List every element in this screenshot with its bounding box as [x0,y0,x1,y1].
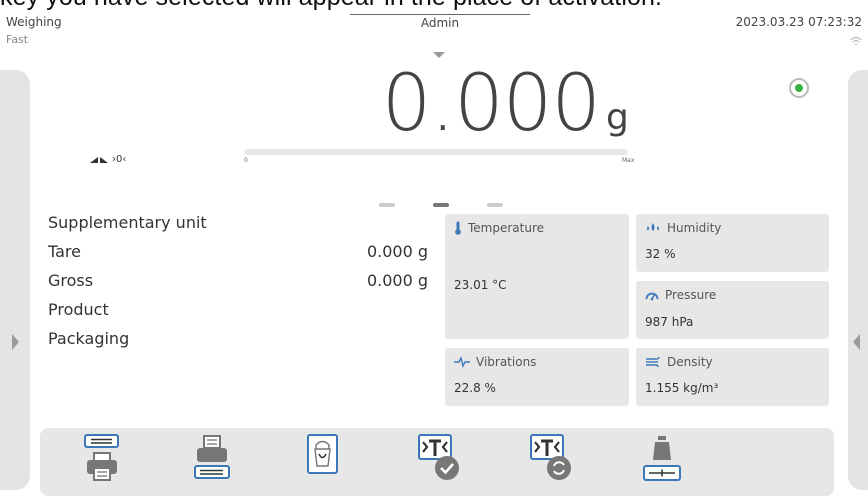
arrow-right-icon [12,334,19,350]
density-tile[interactable]: Density 1.155 kg/m³ [636,348,829,406]
density-value: 1.155 kg/m³ [645,381,719,395]
pressure-tile[interactable]: Pressure 987 hPa [636,281,829,339]
left-panel-handle[interactable] [0,70,30,490]
capacity-bar [244,149,628,155]
info-label: Product [48,300,109,319]
air-density-icon [646,356,660,368]
page-dot-active[interactable] [433,203,449,207]
level-icon [100,156,108,163]
right-panel-handle[interactable] [848,70,868,490]
vibrations-tile[interactable]: Vibrations 22.8 % [445,348,629,406]
info-list: Supplementary unit Tare 0.000 g Gross 0.… [48,208,428,353]
weight-readout: 0.000 [381,59,601,149]
status-indicators: ›0‹ [90,154,126,165]
info-row: Tare 0.000 g [48,237,428,266]
quick-access-toolbar [40,428,834,496]
adjustment-icon[interactable] [640,434,692,490]
pressure-label: Pressure [665,288,717,302]
info-row: Supplementary unit [48,208,428,237]
info-label: Packaging [48,329,130,348]
instruction-caption: key you have selected will appear in the… [0,0,868,12]
info-value: 0.000 g [366,242,428,261]
temperature-label: Temperature [468,221,545,235]
info-label: Gross [48,271,94,290]
vibrations-value: 22.8 % [454,381,496,395]
info-row: Product [48,295,428,324]
info-label: Tare [48,242,81,261]
tile-header: Humidity [645,221,721,235]
stability-indicator-icon [789,78,809,98]
page-indicator[interactable] [379,203,503,207]
user-label[interactable]: Admin [350,14,530,30]
page-dot[interactable] [487,203,503,207]
vibration-icon [454,356,470,368]
humidity-value: 32 % [645,247,676,261]
thermometer-icon [455,221,461,235]
density-label: Density [667,355,713,369]
tile-header: Temperature [454,221,544,235]
humidity-icon [647,223,659,231]
capacity-max: Max [622,157,635,164]
screen: key you have selected will appear in the… [0,0,868,496]
submode-label: Fast [6,33,29,46]
mode-label[interactable]: Weighing [6,15,62,29]
dropdown-arrow-icon[interactable] [433,52,445,58]
wifi-icon [850,36,862,46]
pressure-value: 987 hPa [645,315,694,329]
zero-indicator: ›0‹ [112,154,127,165]
humidity-tile[interactable]: Humidity 32 % [636,214,829,272]
info-row: Packaging [48,324,428,353]
level-icon [90,156,98,163]
tile-header: Density [645,355,713,369]
pressure-gauge-icon [645,292,659,301]
tile-header: Vibrations [454,355,536,369]
info-value: 0.000 g [366,271,428,290]
capacity-min: 0 [244,157,248,164]
info-row: Gross 0.000 g [48,266,428,295]
tile-header: Pressure [645,288,716,302]
tare-confirm-icon[interactable] [418,434,470,490]
datetime: 2023.03.23 07:23:32 [735,15,862,29]
packaging-icon[interactable] [307,434,359,490]
arrow-left-icon [853,334,860,350]
vibrations-label: Vibrations [476,355,537,369]
info-label: Supplementary unit [48,213,207,232]
tare-reset-icon[interactable] [530,434,582,490]
temperature-tile[interactable]: Temperature 23.01 °C [445,214,629,339]
humidity-label: Humidity [667,221,722,235]
temperature-value: 23.01 °C [454,278,507,292]
weight-unit[interactable]: g [606,97,629,138]
print-header-icon[interactable] [82,434,134,490]
page-dot[interactable] [379,203,395,207]
print-footer-icon[interactable] [190,434,242,490]
